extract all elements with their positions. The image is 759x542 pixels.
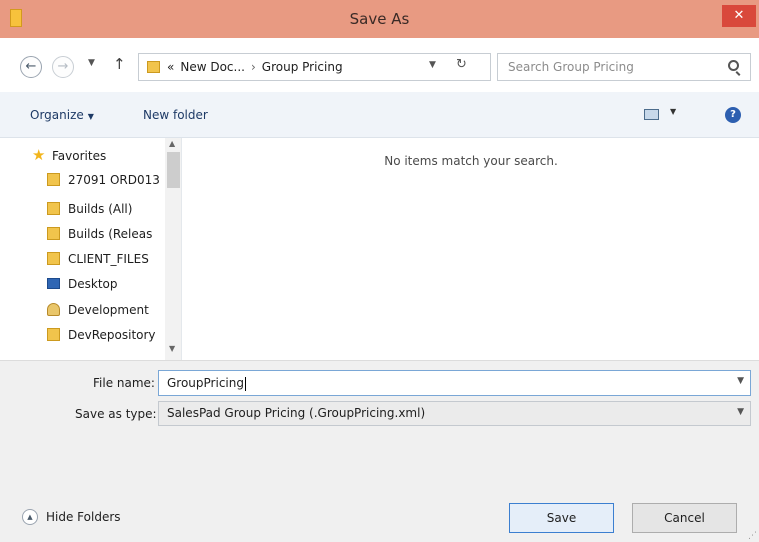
file-name-value[interactable]: GroupPricing [167, 371, 246, 395]
help-icon[interactable]: ? [725, 107, 741, 123]
chevron-up-icon: ▲ [22, 509, 38, 525]
sidebar-item-27091-ord013[interactable]: 27091 ORD013 [0, 168, 165, 192]
file-name-field[interactable]: GroupPricing ▼ [158, 370, 751, 396]
address-bar[interactable]: « New Doc... › Group Pricing ▼ ↻ [138, 53, 491, 81]
command-toolbar: Organize ▼ New folder ▼ ? [0, 92, 759, 138]
file-list[interactable]: No items match your search. [183, 138, 759, 360]
folder-icon [47, 202, 60, 215]
scroll-thumb[interactable] [167, 152, 180, 188]
folder-icon [47, 173, 60, 186]
sidebar-item-label: Favorites [52, 149, 107, 163]
folder-icon [47, 328, 60, 341]
back-arrow-icon[interactable]: ← [20, 56, 42, 78]
folder-icon [47, 252, 60, 265]
breadcrumb: « New Doc... › Group Pricing [167, 54, 349, 80]
breadcrumb-item-new-doc[interactable]: New Doc... [180, 60, 245, 74]
title-bar: Save As ✕ [0, 0, 759, 38]
empty-message: No items match your search. [384, 154, 558, 168]
sidebar-item-client-files[interactable]: CLIENT_FILES [0, 247, 165, 271]
sidebar-item-label: Builds (Releas [68, 227, 153, 241]
forward-arrow-icon[interactable]: → [52, 56, 74, 78]
hide-folders-label: Hide Folders [46, 510, 121, 524]
sidebar-item-favorites[interactable]: ★ Favorites [0, 144, 165, 168]
resize-grip-icon[interactable]: ⋰ [748, 531, 757, 541]
search-input[interactable]: Search Group Pricing [508, 54, 634, 80]
desktop-icon [47, 278, 60, 289]
breadcrumb-separator[interactable]: › [251, 60, 256, 74]
navigation-pane: ★ Favorites 27091 ORD013 Builds (All) Bu… [0, 138, 182, 360]
sidebar-item-builds-release[interactable]: Builds (Releas [0, 222, 165, 246]
recent-locations-chevron-icon[interactable]: ▼ [88, 58, 95, 68]
folder-icon [47, 227, 60, 240]
up-arrow-icon[interactable]: ↑ [113, 55, 126, 73]
save-button[interactable]: Save [509, 503, 614, 533]
star-icon: ★ [32, 146, 46, 164]
sidebar-item-devrepository[interactable]: DevRepository [0, 323, 165, 347]
file-name-text[interactable]: GroupPricing [167, 376, 244, 390]
user-folder-icon [47, 303, 60, 316]
organize-label: Organize [30, 108, 84, 122]
search-icon[interactable] [728, 60, 739, 71]
sidebar-item-builds-all[interactable]: Builds (All) [0, 197, 165, 221]
chevron-down-icon[interactable]: ▼ [737, 376, 744, 386]
file-name-label: File name: [93, 376, 155, 390]
cancel-button[interactable]: Cancel [632, 503, 737, 533]
sidebar-item-development[interactable]: Development [0, 298, 165, 322]
sidebar-item-desktop[interactable]: Desktop [0, 272, 165, 296]
folder-icon [147, 61, 160, 73]
text-cursor [244, 376, 246, 391]
scroll-down-icon[interactable]: ▼ [169, 344, 175, 353]
save-type-value: SalesPad Group Pricing (.GroupPricing.xm… [167, 406, 426, 420]
view-options-icon[interactable] [644, 109, 659, 120]
breadcrumb-overflow[interactable]: « [167, 60, 174, 74]
close-button[interactable]: ✕ [722, 5, 756, 27]
window-title: Save As [349, 10, 410, 28]
chevron-down-icon[interactable]: ▼ [737, 407, 744, 417]
refresh-icon[interactable]: ↻ [456, 57, 467, 72]
sidebar-scrollbar[interactable]: ▲ ▼ [165, 138, 181, 360]
chevron-down-icon: ▼ [87, 112, 94, 121]
save-form: File name: GroupPricing ▼ Save as type: … [0, 360, 759, 542]
breadcrumb-item-group-pricing[interactable]: Group Pricing [262, 60, 343, 74]
save-type-label: Save as type: [75, 407, 157, 421]
navigation-bar: ← → ▼ ↑ « New Doc... › Group Pricing ▼ ↻ Se… [0, 38, 759, 92]
scroll-up-icon[interactable]: ▲ [169, 139, 175, 148]
address-history-chevron-icon[interactable]: ▼ [429, 60, 436, 70]
new-folder-button[interactable]: New folder [143, 92, 208, 138]
sidebar-item-label: DevRepository [68, 328, 156, 342]
search-box[interactable]: Search Group Pricing [497, 53, 751, 81]
view-chevron-icon[interactable]: ▼ [670, 107, 676, 116]
save-type-select[interactable]: SalesPad Group Pricing (.GroupPricing.xm… [158, 401, 751, 426]
organize-button[interactable]: Organize ▼ [30, 92, 94, 140]
